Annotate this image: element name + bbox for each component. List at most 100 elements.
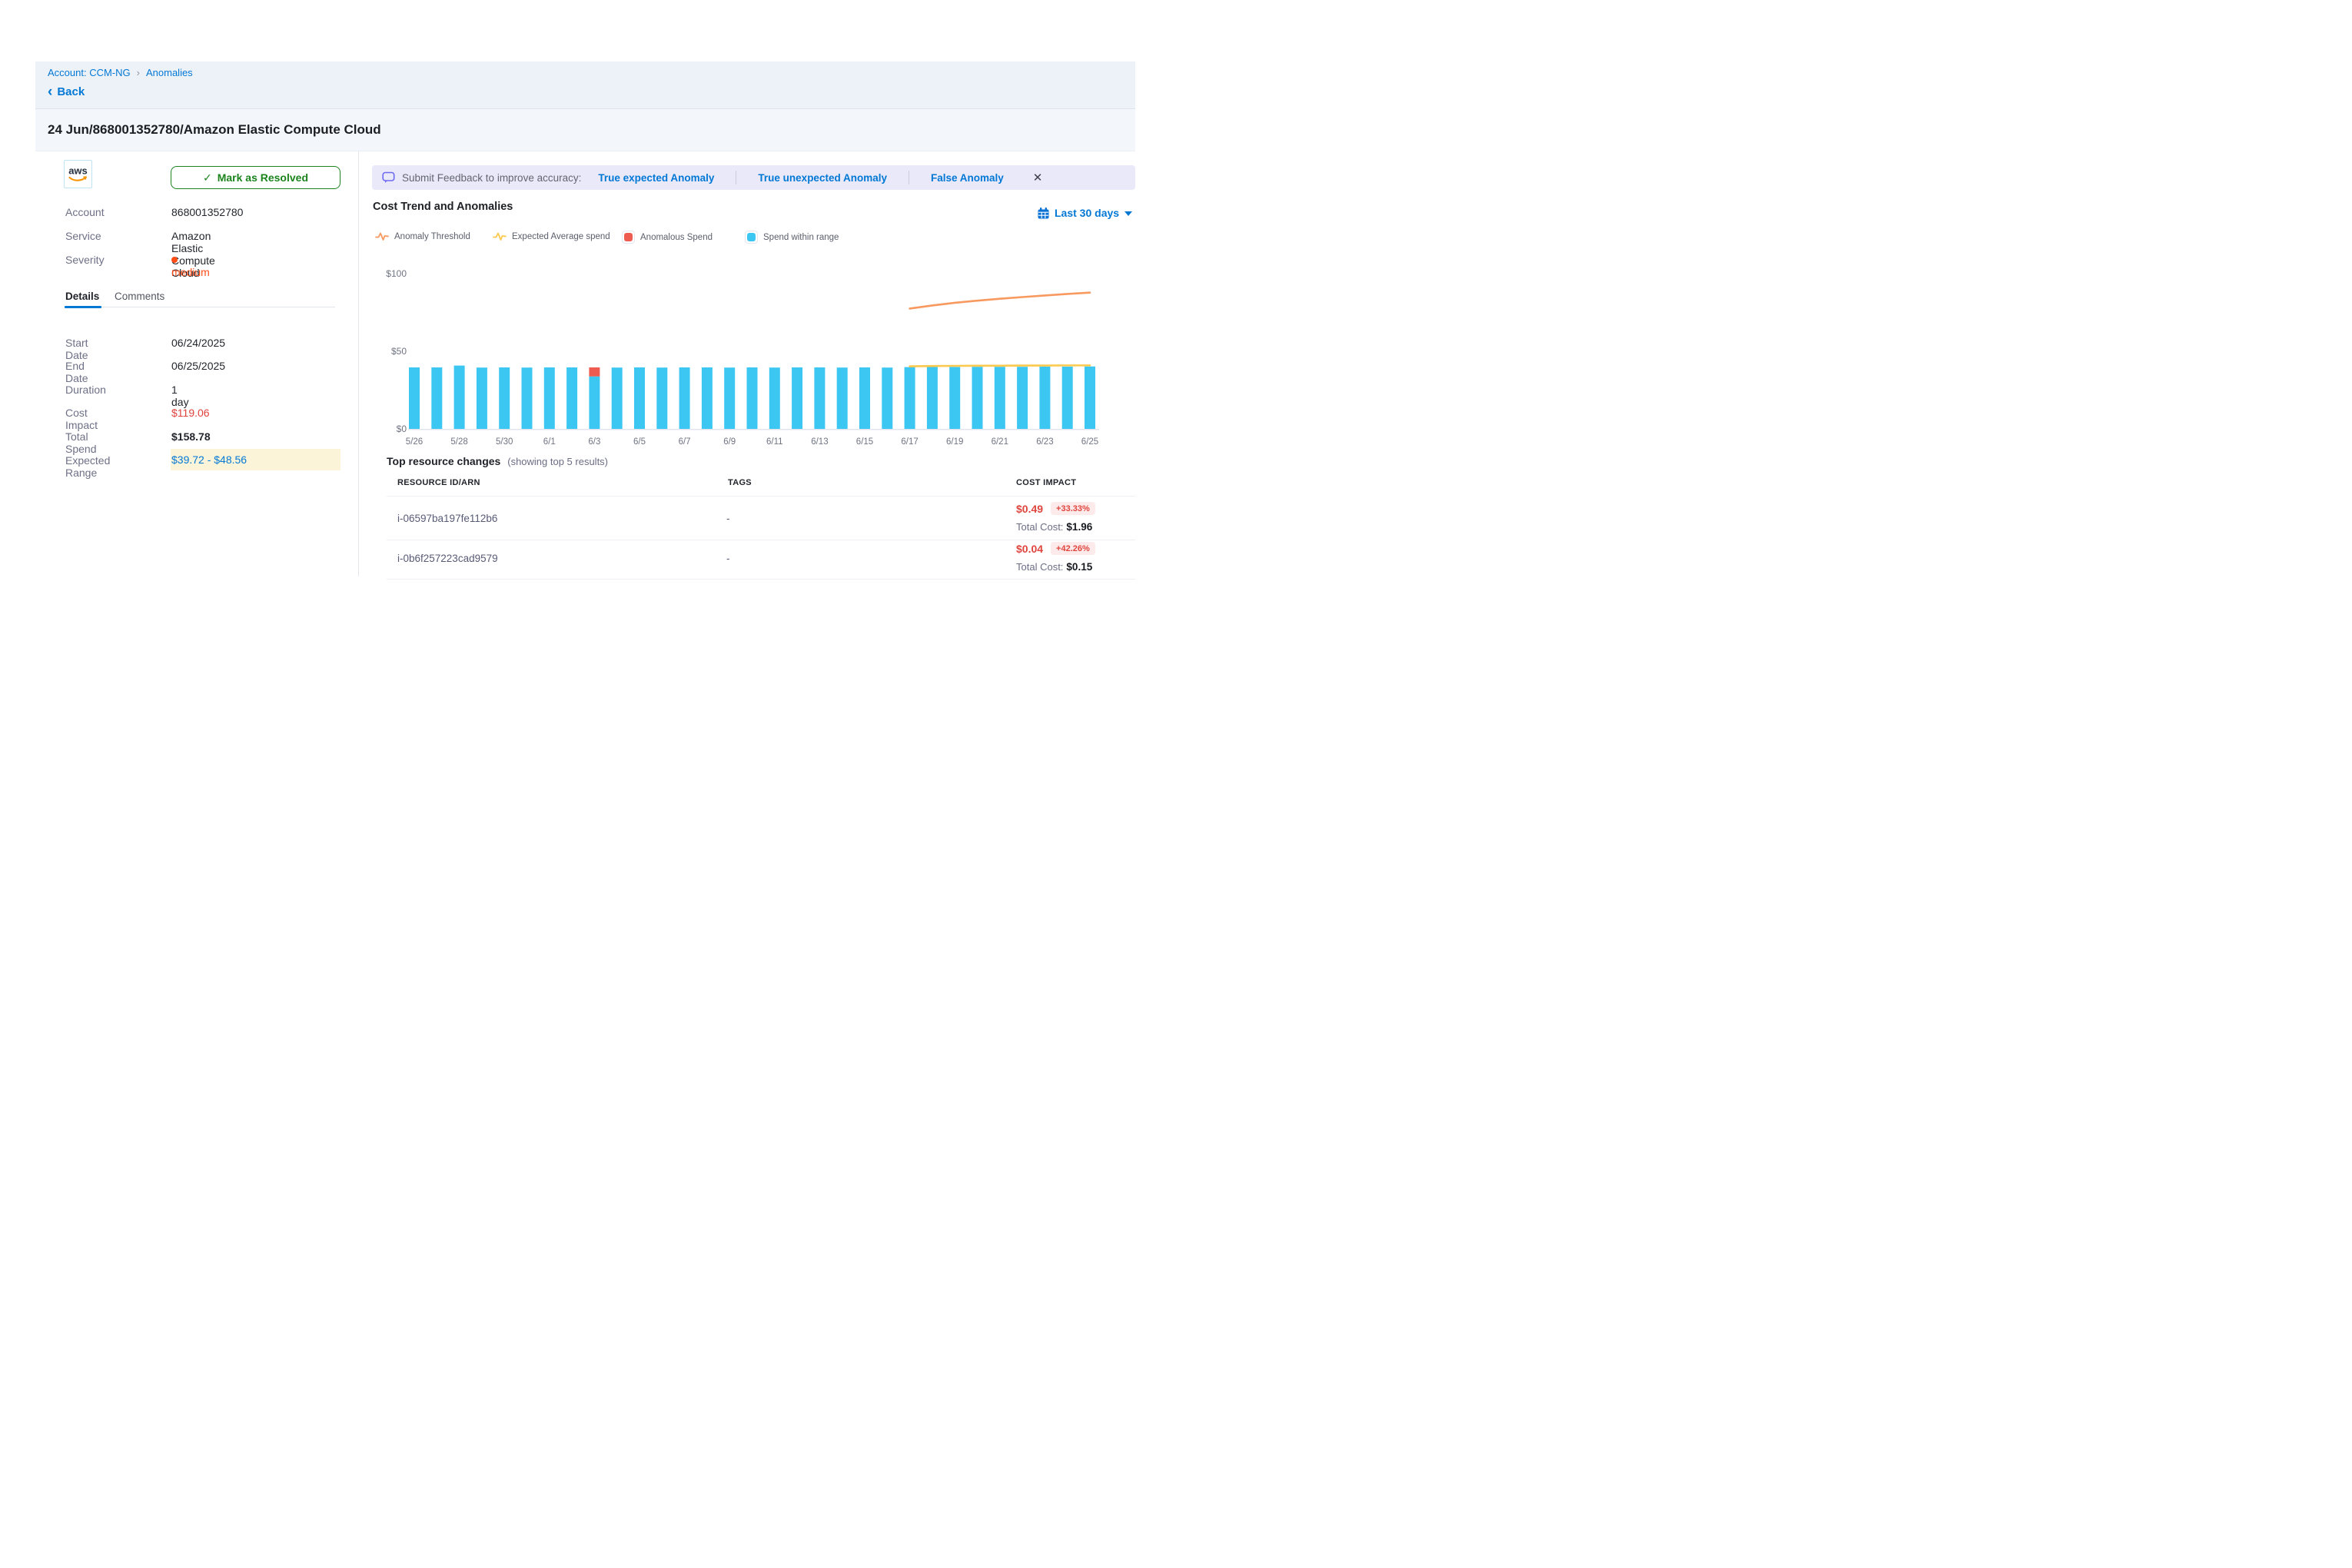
bar-6/11[interactable] (769, 367, 780, 429)
check-icon: ✓ (203, 171, 212, 184)
aws-logo-icon: aws (65, 162, 91, 186)
cost-impact-amount: $0.04 (1016, 543, 1043, 555)
bar-6/4[interactable] (612, 367, 623, 429)
x-axis-label: 5/28 (450, 437, 467, 447)
cost-impact-value: $119.06 (171, 407, 210, 419)
bar-6/3[interactable] (589, 377, 600, 429)
back-button[interactable]: ‹ Back (48, 85, 85, 98)
bar-5/28[interactable] (454, 366, 465, 429)
table-row-divider (387, 579, 1135, 580)
resource-cost-impact: $0.04 +42.26% (1016, 542, 1095, 555)
start-date-label: Start Date (65, 337, 88, 361)
resource-id-link[interactable]: i-0b6f257223cad9579 (397, 553, 498, 564)
bar-6/8[interactable] (702, 367, 713, 429)
bar-5/26[interactable] (409, 367, 420, 429)
feedback-close-icon[interactable]: ✕ (1033, 172, 1043, 184)
breadcrumb-chevron-icon: › (137, 67, 140, 78)
resources-subheading: (showing top 5 results) (507, 456, 608, 467)
feedback-bubble-icon (382, 171, 395, 184)
anomaly-summary-panel: aws ✓ Mark as Resolved Account 868001352… (35, 151, 358, 582)
chart-title: Cost Trend and Anomalies (373, 201, 513, 213)
true-expected-anomaly-button[interactable]: True expected Anomaly (598, 172, 714, 184)
x-axis-label: 6/25 (1081, 437, 1098, 447)
breadcrumb-anomalies-link[interactable]: Anomalies (146, 67, 193, 78)
start-date-value: 06/24/2025 (171, 337, 225, 349)
bar-6/16[interactable] (882, 367, 892, 429)
bar-6/20[interactable] (972, 367, 983, 429)
line-expected-average-spend (910, 365, 1090, 366)
cost-trend-panel: Submit Feedback to improve accuracy: Tru… (372, 151, 1135, 590)
account-label: Account (65, 206, 105, 218)
bar-6/6[interactable] (656, 367, 667, 429)
active-tab-indicator (65, 306, 101, 308)
duration-value: 1 day (171, 384, 189, 408)
bar-6/15[interactable] (859, 367, 870, 429)
cost-trend-svg: $0$50$1005/265/285/306/16/36/56/76/96/11… (373, 260, 1141, 458)
chevron-down-icon (1125, 211, 1132, 216)
bar-6/2[interactable] (566, 367, 577, 429)
title-band: 24 Jun/868001352780/Amazon Elastic Compu… (35, 109, 1135, 151)
resource-tags: - (726, 513, 730, 524)
resources-heading: Top resource changes (showing top 5 resu… (387, 455, 608, 467)
date-range-selector[interactable]: Last 30 days (1038, 207, 1132, 219)
aws-provider-badge: aws (64, 160, 92, 188)
total-cost-label: Total Cost: (1016, 521, 1063, 533)
tab-details[interactable]: Details (65, 291, 99, 302)
bar-6/12[interactable] (792, 367, 802, 429)
feedback-prompt: Submit Feedback to improve accuracy: (402, 172, 581, 184)
breadcrumb-account-link[interactable]: Account: CCM-NG (48, 67, 131, 78)
x-axis-label: 6/17 (901, 437, 918, 447)
bar-6/9[interactable] (724, 367, 735, 429)
true-unexpected-anomaly-button[interactable]: True unexpected Anomaly (758, 172, 887, 184)
x-axis-label: 6/23 (1036, 437, 1053, 447)
bar-5/31[interactable] (522, 367, 533, 429)
mark-as-resolved-button[interactable]: ✓ Mark as Resolved (171, 166, 341, 189)
bar-6/23[interactable] (1039, 367, 1050, 429)
bar-6/24[interactable] (1062, 367, 1073, 429)
bar-6/14[interactable] (837, 367, 848, 429)
bar-6/18[interactable] (927, 367, 938, 429)
resource-total-cost: Total Cost:$1.96 (1016, 521, 1092, 533)
date-range-label: Last 30 days (1055, 207, 1119, 219)
end-date-label: End Date (65, 360, 88, 384)
legend-label: Spend within range (763, 233, 839, 242)
x-axis-label: 6/9 (723, 437, 736, 447)
bar-6/13[interactable] (814, 367, 825, 429)
resources-heading-text: Top resource changes (387, 455, 500, 467)
bar-anomalous-6/3[interactable] (589, 367, 600, 377)
resource-id-link[interactable]: i-06597ba197fe112b6 (397, 513, 497, 524)
legend-label: Anomalous Spend (640, 233, 713, 242)
svg-text:aws: aws (68, 165, 88, 177)
total-spend-label: Total Spend (65, 430, 96, 455)
panel-divider (358, 151, 359, 576)
total-spend-value: $158.78 (171, 430, 211, 443)
bar-6/19[interactable] (949, 367, 960, 429)
false-anomaly-button[interactable]: False Anomaly (931, 172, 1004, 184)
bar-5/30[interactable] (499, 367, 510, 429)
resource-cost-impact: $0.49 +33.33% (1016, 502, 1095, 515)
resolve-button-label: Mark as Resolved (218, 171, 308, 184)
legend-swatch (745, 231, 758, 244)
x-axis-label: 6/13 (811, 437, 828, 447)
bar-6/5[interactable] (634, 367, 645, 429)
legend-expected-average-spend: Expected Average spend (493, 231, 610, 242)
tab-comments[interactable]: Comments (115, 291, 164, 302)
bar-5/29[interactable] (477, 367, 487, 429)
back-chevron-icon: ‹ (48, 86, 52, 98)
cost-trend-chart[interactable]: $0$50$1005/265/285/306/16/36/56/76/96/11… (373, 260, 1141, 458)
end-date-value: 06/25/2025 (171, 360, 225, 372)
x-axis-label: 6/5 (633, 437, 646, 447)
bar-6/10[interactable] (747, 367, 758, 429)
pulse-line-icon (493, 231, 507, 242)
bar-6/21[interactable] (995, 367, 1005, 429)
bar-6/17[interactable] (905, 367, 915, 429)
bar-6/7[interactable] (679, 367, 690, 429)
line-anomaly-threshold (910, 293, 1090, 309)
x-axis-label: 6/15 (856, 437, 873, 447)
bar-6/25[interactable] (1085, 367, 1095, 429)
x-axis-label: 6/3 (588, 437, 600, 447)
bar-6/1[interactable] (544, 367, 555, 429)
bar-5/27[interactable] (431, 367, 442, 429)
feedback-bar: Submit Feedback to improve accuracy: Tru… (372, 165, 1135, 190)
bar-6/22[interactable] (1017, 367, 1028, 429)
